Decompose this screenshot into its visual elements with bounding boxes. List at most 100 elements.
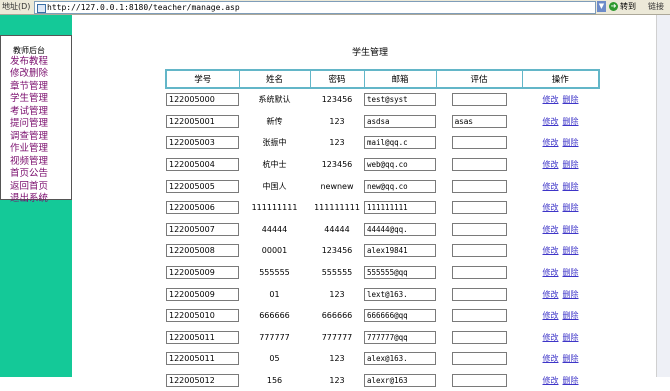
evaluation-input[interactable] <box>451 266 507 280</box>
id-cell: 122005007 <box>166 219 239 241</box>
email-input[interactable]: 777777@qq <box>364 330 436 344</box>
evaluation-input[interactable] <box>451 179 507 193</box>
delete-link[interactable]: 删除 <box>563 138 579 147</box>
evaluation-input[interactable] <box>451 158 507 172</box>
student-id-input[interactable]: 122005009 <box>166 266 239 280</box>
email-input[interactable]: test@syst <box>364 93 436 107</box>
delete-link[interactable]: 删除 <box>563 203 579 212</box>
email-input[interactable]: 44444@qq. <box>364 222 436 236</box>
delete-link[interactable]: 删除 <box>563 117 579 126</box>
go-button[interactable]: ➜ 转到 <box>609 1 643 12</box>
student-id-input[interactable]: 122005006 <box>166 201 239 215</box>
student-id-input[interactable]: 122005001 <box>166 114 239 128</box>
evaluation-input[interactable] <box>451 287 507 301</box>
table-row: 122005010 666666 666666 666666@qq 修改 删除 <box>166 305 599 327</box>
sidebar-item-homework[interactable]: 作业管理 <box>10 143 48 155</box>
delete-link[interactable]: 删除 <box>563 290 579 299</box>
sidebar-item-logout[interactable]: 退出系统 <box>10 193 48 205</box>
edit-link[interactable]: 修改 <box>543 203 559 212</box>
eval-cell <box>436 240 522 262</box>
sidebar-item-chapters[interactable]: 章节管理 <box>10 81 48 93</box>
edit-link[interactable]: 修改 <box>543 290 559 299</box>
edit-link[interactable]: 修改 <box>543 138 559 147</box>
sidebar-item-videos[interactable]: 视频管理 <box>10 156 48 168</box>
links-label[interactable]: 链接 <box>648 1 664 12</box>
email-input[interactable]: web@qq.co <box>364 158 436 172</box>
edit-link[interactable]: 修改 <box>543 268 559 277</box>
name-cell: 44444 <box>261 224 288 234</box>
evaluation-input[interactable] <box>451 309 507 323</box>
email-input[interactable]: 111111111 <box>364 201 436 215</box>
eval-cell <box>436 154 522 176</box>
edit-link[interactable]: 修改 <box>543 160 559 169</box>
edit-link[interactable]: 修改 <box>543 354 559 363</box>
student-id-input[interactable]: 122005004 <box>166 158 239 172</box>
email-input[interactable]: new@qq.co <box>364 179 436 193</box>
delete-link[interactable]: 删除 <box>563 311 579 320</box>
edit-link[interactable]: 修改 <box>543 246 559 255</box>
sidebar-item-students[interactable]: 学生管理 <box>10 93 48 105</box>
student-id-input[interactable]: 122005003 <box>166 136 239 150</box>
column-header-id: 学号 <box>165 69 240 89</box>
delete-link[interactable]: 删除 <box>563 182 579 191</box>
scrollbar[interactable] <box>656 15 670 377</box>
student-id-input[interactable]: 122005008 <box>166 244 239 258</box>
edit-link[interactable]: 修改 <box>543 182 559 191</box>
evaluation-input[interactable] <box>451 136 507 150</box>
student-id-input[interactable]: 122005012 <box>166 374 239 388</box>
evaluation-input[interactable] <box>451 222 507 236</box>
name-cell: 杭中士 <box>262 160 287 170</box>
delete-link[interactable]: 删除 <box>563 225 579 234</box>
sidebar-item-announcements[interactable]: 首页公告 <box>10 168 48 180</box>
delete-link[interactable]: 删除 <box>563 354 579 363</box>
email-input[interactable]: alex@163. <box>364 352 436 366</box>
student-id-input[interactable]: 122005010 <box>166 309 239 323</box>
email-input[interactable]: alex19841 <box>364 244 436 258</box>
name-cell: 555555 <box>259 268 290 278</box>
email-input[interactable]: alexr@163 <box>364 374 436 388</box>
evaluation-input[interactable] <box>451 352 507 366</box>
email-input[interactable]: lext@163. <box>364 287 436 301</box>
edit-link[interactable]: 修改 <box>543 95 559 104</box>
delete-link[interactable]: 删除 <box>563 95 579 104</box>
student-id-input[interactable]: 122005011 <box>166 352 239 366</box>
evaluation-input[interactable] <box>451 330 507 344</box>
evaluation-input[interactable] <box>451 93 507 107</box>
edit-link[interactable]: 修改 <box>543 225 559 234</box>
delete-link[interactable]: 删除 <box>563 333 579 342</box>
sidebar-item-publish-tutorial[interactable]: 发布教程 <box>10 56 48 68</box>
column-header-actions: 操作 <box>521 69 600 89</box>
password-cell: 666666 <box>321 311 353 321</box>
password-cell: 555555 <box>321 268 353 278</box>
evaluation-input[interactable] <box>451 374 507 388</box>
email-cell: 555555@qq <box>364 262 436 284</box>
student-id-input[interactable]: 122005007 <box>166 222 239 236</box>
student-id-input[interactable]: 122005005 <box>166 179 239 193</box>
email-input[interactable]: 555555@qq <box>364 266 436 280</box>
evaluation-input[interactable] <box>451 244 507 258</box>
delete-link[interactable]: 删除 <box>563 268 579 277</box>
sidebar-item-exams[interactable]: 考试管理 <box>10 106 48 118</box>
email-input[interactable]: mail@qq.c <box>364 136 436 150</box>
sidebar-item-home[interactable]: 返回首页 <box>10 181 48 193</box>
edit-link[interactable]: 修改 <box>543 117 559 126</box>
sidebar-item-surveys[interactable]: 调查管理 <box>10 131 48 143</box>
evaluation-input[interactable] <box>451 201 507 215</box>
student-id-input[interactable]: 122005011 <box>166 330 239 344</box>
student-id-input[interactable]: 122005009 <box>166 287 239 301</box>
url-input[interactable]: http://127.0.0.1:8180/teacher/manage.asp <box>34 1 596 14</box>
sidebar-item-questions[interactable]: 提问管理 <box>10 118 48 130</box>
sidebar-item-edit-delete[interactable]: 修改删除 <box>10 68 48 80</box>
edit-link[interactable]: 修改 <box>543 376 559 385</box>
edit-link[interactable]: 修改 <box>543 333 559 342</box>
edit-link[interactable]: 修改 <box>543 311 559 320</box>
name-cell: 00001 <box>261 246 288 256</box>
student-id-input[interactable]: 122005000 <box>166 93 239 107</box>
delete-link[interactable]: 删除 <box>563 160 579 169</box>
chevron-down-icon[interactable]: ▼ <box>597 1 606 12</box>
delete-link[interactable]: 删除 <box>563 246 579 255</box>
delete-link[interactable]: 删除 <box>563 376 579 385</box>
email-input[interactable]: 666666@qq <box>364 309 436 323</box>
evaluation-input[interactable]: asas <box>451 114 507 128</box>
email-input[interactable]: asdsa <box>364 114 436 128</box>
